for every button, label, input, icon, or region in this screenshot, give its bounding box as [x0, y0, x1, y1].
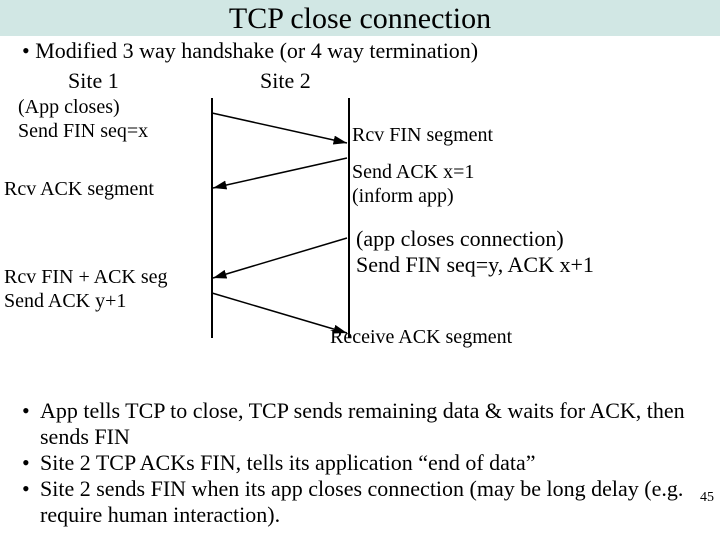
site2-event-send-fin: (app closes connection) Send FIN seq=y, … [356, 226, 696, 278]
list-item: • App tells TCP to close, TCP sends rema… [22, 398, 712, 450]
event-line: Send FIN seq=x [18, 120, 208, 144]
site1-header: Site 1 [68, 68, 119, 94]
bullet-text: Site 2 sends FIN when its app closes con… [40, 476, 712, 528]
slide-subtitle: • Modified 3 way handshake (or 4 way ter… [0, 36, 720, 68]
list-item: • Site 2 sends FIN when its app closes c… [22, 476, 712, 528]
event-line: (app closes connection) [356, 226, 696, 252]
bullet-glyph: • [22, 450, 40, 476]
slide-title: TCP close connection [0, 0, 720, 36]
event-line: (App closes) [18, 96, 208, 120]
site1-event-send-fin: (App closes) Send FIN seq=x [18, 96, 208, 143]
site1-event-rcv-ack: Rcv ACK segment [4, 178, 209, 202]
bullet-list: • App tells TCP to close, TCP sends rema… [0, 398, 720, 528]
site1-event-rcv-finack: Rcv FIN + ACK seg Send ACK y+1 [4, 266, 209, 313]
sequence-diagram: Site 1 Site 2 (App closes) Send FIN seq=… [0, 68, 720, 398]
bullet-glyph: • [22, 476, 40, 528]
site2-event-send-ack: Send ACK x=1 (inform app) [352, 161, 682, 208]
page-number: 45 [700, 490, 714, 506]
event-line: Send ACK x=1 [352, 161, 682, 185]
subtitle-text: Modified 3 way handshake (or 4 way termi… [35, 38, 478, 63]
site2-header: Site 2 [260, 68, 311, 94]
list-item: • Site 2 TCP ACKs FIN, tells its applica… [22, 450, 712, 476]
site2-lifeline [348, 98, 350, 338]
bullet-text: Site 2 TCP ACKs FIN, tells its applicati… [40, 450, 712, 476]
bullet-glyph: • [22, 38, 30, 63]
site2-event-rcv-ack: Receive ACK segment [330, 326, 670, 350]
event-line: Send ACK y+1 [4, 290, 209, 314]
event-line: Rcv FIN + ACK seg [4, 266, 209, 290]
bullet-glyph: • [22, 398, 40, 450]
event-line: Send FIN seq=y, ACK x+1 [356, 252, 696, 278]
bullet-text: App tells TCP to close, TCP sends remain… [40, 398, 712, 450]
site1-lifeline [211, 98, 213, 338]
event-line: (inform app) [352, 185, 682, 209]
site2-event-rcv-fin: Rcv FIN segment [352, 124, 682, 148]
